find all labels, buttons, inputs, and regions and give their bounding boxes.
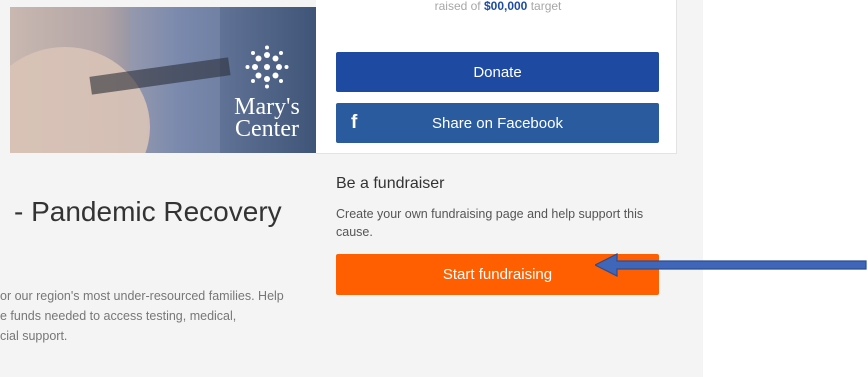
donate-button-label: Donate: [473, 63, 522, 81]
campaign-description-line: or our region's most under-resourced fam…: [0, 289, 284, 303]
share-button-label: Share on Facebook: [432, 114, 563, 132]
annotation-arrow-icon: [595, 253, 867, 277]
target-prefix: raised of: [434, 0, 484, 13]
donate-button[interactable]: Donate: [336, 52, 659, 92]
logo-name-line1: Mary's: [234, 94, 300, 120]
donation-target-text: raised of $00,000 target: [338, 0, 658, 12]
campaign-description-line: cial support.: [0, 329, 68, 343]
logo-name-line2: Center: [235, 116, 299, 142]
facebook-icon: f: [351, 112, 358, 133]
hero-person-shape: [10, 47, 150, 153]
fundraiser-heading: Be a fundraiser: [336, 175, 445, 192]
campaign-title: - Pandemic Recovery: [14, 196, 282, 227]
campaign-hero-image: Mary's Center: [10, 7, 316, 153]
campaign-description: or our region's most under-resourced fam…: [0, 286, 312, 346]
fundraiser-description: Create your own fundraising page and hel…: [336, 207, 644, 239]
marys-center-logo: Mary's Center: [222, 45, 312, 142]
flower-logo-icon: [245, 45, 289, 89]
target-suffix: target: [527, 0, 562, 13]
share-facebook-button[interactable]: f Share on Facebook: [336, 103, 659, 143]
target-amount: $00,000: [483, 0, 528, 13]
start-fundraising-label: Start fundraising: [442, 266, 553, 283]
campaign-description-line: e funds needed to access testing, medica…: [0, 309, 237, 323]
